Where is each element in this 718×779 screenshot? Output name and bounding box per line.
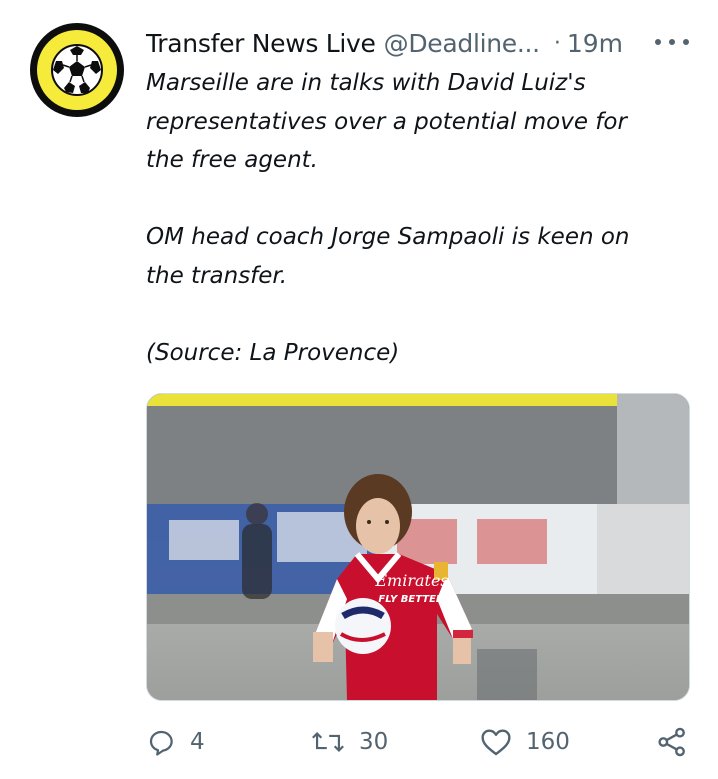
tweet-line: representatives over a potential move fo… <box>146 108 627 135</box>
tweet-media-image[interactable]: Emirates FLY BETTER <box>146 393 690 701</box>
tweet-text: Marseille are in talks with David Luiz's… <box>146 64 686 372</box>
like-button[interactable]: 160 <box>480 722 570 762</box>
tweet-line: Marseille are in talks with David Luiz's <box>146 70 586 96</box>
like-count: 160 <box>526 729 570 755</box>
more-dot-icon <box>669 39 675 45</box>
retweet-button[interactable]: 30 <box>311 722 388 762</box>
retweet-icon <box>312 731 344 753</box>
tweet-line: OM head coach Jorge Sampaoli is keen on <box>146 224 630 250</box>
kit-sponsor-text: Emirates <box>374 571 448 590</box>
tweet-time[interactable]: 19m <box>567 29 623 58</box>
reply-button[interactable]: 4 <box>146 722 205 762</box>
reply-icon <box>149 730 173 756</box>
more-dot-icon <box>655 39 661 45</box>
retweet-count: 30 <box>359 729 389 755</box>
author-handle[interactable]: @Deadline... <box>384 29 540 58</box>
author-name[interactable]: Transfer News Live <box>146 29 376 58</box>
tweet-line: (Source: La Provence) <box>146 339 400 366</box>
tweet-line: the free agent. <box>146 147 318 173</box>
tweet-line: the transfer. <box>146 262 288 289</box>
share-button[interactable] <box>656 722 688 762</box>
more-dot-icon <box>683 39 689 45</box>
tweet-header: Transfer News Live @Deadline... · 19m <box>146 24 696 62</box>
kit-sponsor-subtext: FLY BETTER <box>378 594 443 605</box>
share-icon <box>658 727 685 757</box>
more-options-button[interactable] <box>655 30 689 54</box>
football-player-photo: Emirates FLY BETTER <box>147 394 689 700</box>
separator: · <box>553 30 561 56</box>
avatar[interactable] <box>30 23 124 117</box>
football-icon <box>51 44 103 96</box>
tweet-actions: 4 30 160 <box>146 722 694 762</box>
reply-count: 4 <box>190 729 205 755</box>
heart-icon <box>481 729 511 756</box>
avatar-background <box>37 30 117 110</box>
